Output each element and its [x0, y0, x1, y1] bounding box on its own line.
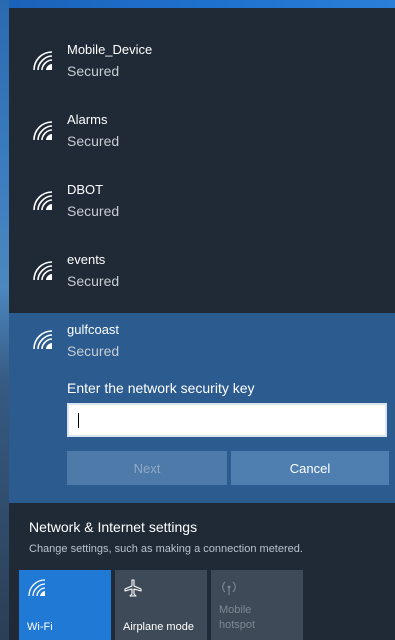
network-item-alarms[interactable]: Alarms Secured	[9, 106, 395, 174]
airplane-icon	[124, 579, 142, 597]
cancel-button[interactable]: Cancel	[231, 451, 389, 485]
network-item-dbot[interactable]: DBOT Secured	[9, 176, 395, 244]
network-name: Mobile_Device	[67, 42, 153, 57]
wifi-toggle-tile[interactable]: Wi-Fi	[19, 570, 111, 640]
airplane-tile-label: Airplane mode	[123, 621, 194, 633]
network-status: Secured	[67, 273, 120, 289]
network-status: Secured	[67, 133, 120, 149]
network-name: DBOT	[67, 182, 104, 197]
network-item-gulfcoast[interactable]: gulfcoast Secured Enter the network secu…	[9, 313, 395, 503]
top-accent-strip	[0, 0, 395, 8]
wifi-signal-icon	[33, 261, 53, 281]
next-button[interactable]: Next	[67, 451, 227, 485]
network-item-mobile-device[interactable]: Mobile_Device Secured	[9, 36, 395, 104]
wifi-tile-label: Wi-Fi	[27, 621, 53, 633]
network-item-events[interactable]: events Secured	[9, 246, 395, 314]
airplane-mode-tile[interactable]: Airplane mode	[115, 570, 207, 640]
network-status: Secured	[67, 63, 120, 79]
network-status: Secured	[67, 343, 120, 359]
hotspot-tile-label: Mobile hotspot	[219, 604, 256, 631]
wifi-signal-icon	[33, 51, 53, 71]
wifi-icon	[28, 579, 46, 597]
desktop-edge	[0, 0, 9, 640]
network-settings-link[interactable]: Network & Internet settings	[29, 519, 197, 535]
text-caret	[78, 413, 79, 428]
network-name: events	[67, 252, 106, 267]
security-key-input[interactable]	[67, 403, 387, 437]
network-settings-description: Change settings, such as making a connec…	[29, 543, 303, 555]
hotspot-icon	[222, 581, 236, 595]
wifi-signal-icon	[33, 330, 53, 350]
wifi-signal-icon	[33, 121, 53, 141]
network-status: Secured	[67, 203, 120, 219]
network-name: Alarms	[67, 112, 108, 127]
wifi-signal-icon	[33, 191, 53, 211]
mobile-hotspot-tile[interactable]: Mobile hotspot	[211, 570, 303, 640]
security-key-label: Enter the network security key	[67, 380, 255, 396]
network-name: gulfcoast	[67, 322, 120, 337]
